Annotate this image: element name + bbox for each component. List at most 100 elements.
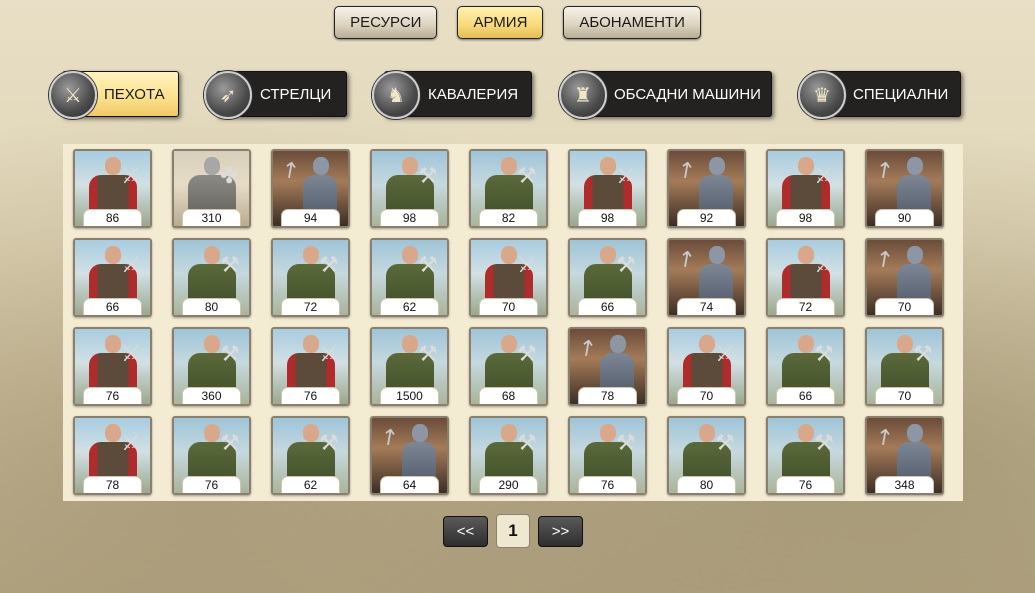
unit-head [798, 424, 814, 442]
unit-head [313, 157, 329, 175]
unit-card[interactable]: ↗ 78 [568, 327, 647, 406]
sword-weapon-icon: ⚔ [121, 430, 141, 455]
unit-card[interactable]: ⚔ 66 [73, 238, 152, 317]
unit-card[interactable]: ⚔ 70 [469, 238, 548, 317]
unit-card[interactable]: ⚒ 70 [865, 327, 944, 406]
unit-card[interactable]: ⚒ 76 [172, 416, 251, 495]
unit-card[interactable]: ⚒ 76 [766, 416, 845, 495]
unit-card[interactable]: ⚒ 62 [271, 416, 350, 495]
unit-card[interactable]: ⚔ 76 [73, 327, 152, 406]
sword-weapon-icon: ⚔ [715, 341, 735, 366]
unit-card[interactable]: ⚒ 98 [370, 149, 449, 228]
prev-page-button[interactable]: << [443, 516, 488, 547]
category-infantry-label: ПЕХОТА [104, 85, 165, 103]
unit-head [600, 157, 616, 175]
next-page-button[interactable]: >> [538, 516, 583, 547]
unit-card[interactable]: ↗ 90 [865, 149, 944, 228]
unit-card[interactable]: ⚔ 70 [667, 327, 746, 406]
unit-card[interactable]: ⚒ 290 [469, 416, 548, 495]
unit-count: 72 [281, 298, 340, 315]
unit-card[interactable]: ↗ 348 [865, 416, 944, 495]
unit-count: 92 [677, 209, 736, 226]
axe-weapon-icon: ⚒ [715, 430, 735, 455]
unit-card[interactable]: ⚒ 66 [568, 238, 647, 317]
unit-card[interactable]: ⚒ 76 [568, 416, 647, 495]
unit-grid: ⚔ 86 ✤ 310 ↗ 94 ⚒ 98 ⚒ 82 ⚔ 98 ↗ 92 ⚔ 98 ↗ 90 ⚔ 66 ⚒ 80 ⚒ 72 ⚒ 62… [63, 144, 963, 501]
unit-card[interactable]: ⚔ 86 [73, 149, 152, 228]
unit-count: 72 [776, 298, 835, 315]
unit-head [501, 246, 517, 264]
unit-card[interactable]: ⚔ 98 [568, 149, 647, 228]
unit-count: 310 [182, 209, 241, 226]
unit-card[interactable]: ⚒ 62 [370, 238, 449, 317]
archers-icon: ➶ [204, 71, 252, 119]
tab-subscriptions[interactable]: АБОНАМЕНТИ [563, 6, 701, 39]
unit-head [412, 424, 428, 442]
unit-card[interactable]: ⚒ 80 [172, 238, 251, 317]
unit-count: 70 [875, 298, 934, 315]
tab-army[interactable]: АРМИЯ [457, 6, 544, 39]
cavalry-icon: ♞ [372, 71, 420, 119]
sword-weapon-icon: ⚔ [121, 163, 141, 188]
unit-head [600, 246, 616, 264]
unit-head [204, 335, 220, 353]
unit-head [709, 157, 725, 175]
axe-weapon-icon: ⚒ [616, 430, 636, 455]
unit-head [204, 424, 220, 442]
unit-head [204, 246, 220, 264]
unit-count: 76 [182, 476, 241, 493]
unit-card[interactable]: ⚔ 78 [73, 416, 152, 495]
axe-weapon-icon: ⚒ [517, 341, 537, 366]
mace-weapon-icon: ✤ [220, 163, 239, 188]
unit-card[interactable]: ⚒ 80 [667, 416, 746, 495]
unit-count: 76 [776, 476, 835, 493]
unit-count: 76 [578, 476, 637, 493]
unit-count: 98 [380, 209, 439, 226]
unit-card[interactable]: ⚒ 72 [271, 238, 350, 317]
unit-count: 98 [578, 209, 637, 226]
unit-count: 82 [479, 209, 538, 226]
unit-count: 94 [281, 209, 340, 226]
unit-card[interactable]: ⚒ 66 [766, 327, 845, 406]
axe-weapon-icon: ⚒ [319, 430, 339, 455]
unit-card[interactable]: ↗ 94 [271, 149, 350, 228]
unit-card[interactable]: ↗ 70 [865, 238, 944, 317]
axe-weapon-icon: ⚒ [616, 252, 636, 277]
unit-head [402, 246, 418, 264]
sword-weapon-icon: ⚔ [616, 163, 636, 188]
unit-count: 76 [281, 387, 340, 404]
unit-head [600, 424, 616, 442]
unit-head [303, 424, 319, 442]
unit-card[interactable]: ⚒ 82 [469, 149, 548, 228]
unit-card[interactable]: ↗ 92 [667, 149, 746, 228]
unit-count: 70 [875, 387, 934, 404]
unit-count: 86 [83, 209, 142, 226]
unit-card[interactable]: ✤ 310 [172, 149, 251, 228]
unit-count: 90 [875, 209, 934, 226]
current-page-button[interactable]: 1 [496, 514, 530, 548]
unit-count: 74 [677, 298, 736, 315]
unit-card[interactable]: ⚔ 98 [766, 149, 845, 228]
unit-card[interactable]: ⚒ 360 [172, 327, 251, 406]
unit-count: 360 [182, 387, 241, 404]
unit-card[interactable]: ⚔ 76 [271, 327, 350, 406]
unit-count: 64 [380, 476, 439, 493]
siege-engine-icon: ♜ [559, 71, 607, 119]
unit-card[interactable]: ↗ 74 [667, 238, 746, 317]
unit-card[interactable]: ⚒ 68 [469, 327, 548, 406]
unit-head [105, 424, 121, 442]
category-archers-label: СТРЕЛЦИ [260, 85, 332, 103]
sword-weapon-icon: ⚔ [121, 252, 141, 277]
unit-card[interactable]: ⚒ 1500 [370, 327, 449, 406]
axe-weapon-icon: ⚒ [220, 252, 240, 277]
unit-card[interactable]: ↗ 64 [370, 416, 449, 495]
unit-head [699, 424, 715, 442]
unit-head [105, 246, 121, 264]
unit-count: 98 [776, 209, 835, 226]
tab-resources[interactable]: РЕСУРСИ [334, 6, 438, 39]
unit-card[interactable]: ⚔ 72 [766, 238, 845, 317]
unit-head [699, 335, 715, 353]
unit-count: 66 [776, 387, 835, 404]
unit-head [501, 157, 517, 175]
unit-count: 76 [83, 387, 142, 404]
